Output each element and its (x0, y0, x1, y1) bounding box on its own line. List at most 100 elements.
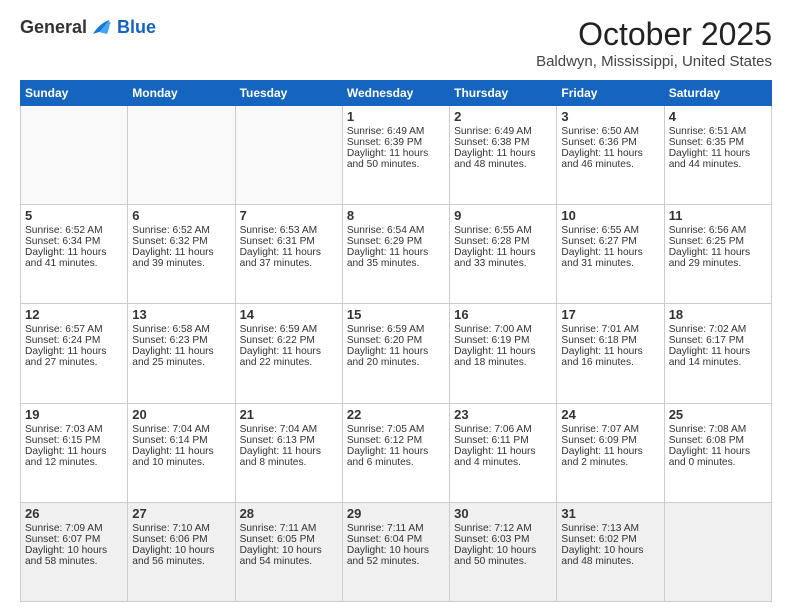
day-info-line: Daylight: 10 hours (25, 545, 123, 556)
logo-general-text: General (20, 17, 87, 38)
day-info-line: and 54 minutes. (240, 556, 338, 567)
day-info-line: Sunset: 6:08 PM (669, 435, 767, 446)
calendar-cell: 16Sunrise: 7:00 AMSunset: 6:19 PMDayligh… (450, 304, 557, 403)
header: General Blue October 2025 Baldwyn, Missi… (20, 16, 772, 70)
day-info-line: Daylight: 11 hours (132, 346, 230, 357)
day-info-line: Sunset: 6:23 PM (132, 335, 230, 346)
day-info-line: Daylight: 11 hours (347, 346, 445, 357)
calendar-cell: 26Sunrise: 7:09 AMSunset: 6:07 PMDayligh… (21, 502, 128, 601)
day-info-line: and 48 minutes. (454, 159, 552, 170)
day-info-line: Sunrise: 6:57 AM (25, 324, 123, 335)
logo-blue-text: Blue (117, 17, 156, 38)
day-info-line: Sunrise: 7:04 AM (240, 424, 338, 435)
day-info-line: Sunset: 6:34 PM (25, 236, 123, 247)
day-info-line: Daylight: 11 hours (240, 247, 338, 258)
weekday-header-tuesday: Tuesday (235, 81, 342, 106)
calendar-cell: 3Sunrise: 6:50 AMSunset: 6:36 PMDaylight… (557, 106, 664, 205)
day-number: 11 (669, 208, 767, 223)
weekday-header-friday: Friday (557, 81, 664, 106)
day-info-line: and 6 minutes. (347, 457, 445, 468)
weekday-header-thursday: Thursday (450, 81, 557, 106)
calendar-cell (21, 106, 128, 205)
calendar-week-row: 26Sunrise: 7:09 AMSunset: 6:07 PMDayligh… (21, 502, 772, 601)
day-info-line: Sunset: 6:19 PM (454, 335, 552, 346)
calendar-cell: 17Sunrise: 7:01 AMSunset: 6:18 PMDayligh… (557, 304, 664, 403)
day-info-line: Sunset: 6:13 PM (240, 435, 338, 446)
calendar-cell (235, 106, 342, 205)
day-number: 20 (132, 407, 230, 422)
day-info-line: Daylight: 11 hours (561, 148, 659, 159)
calendar-cell: 13Sunrise: 6:58 AMSunset: 6:23 PMDayligh… (128, 304, 235, 403)
calendar-cell: 31Sunrise: 7:13 AMSunset: 6:02 PMDayligh… (557, 502, 664, 601)
weekday-header-sunday: Sunday (21, 81, 128, 106)
day-info-line: Sunrise: 7:11 AM (240, 523, 338, 534)
day-info-line: Daylight: 10 hours (561, 545, 659, 556)
day-info-line: and 27 minutes. (25, 357, 123, 368)
day-info-line: and 50 minutes. (347, 159, 445, 170)
calendar-week-row: 12Sunrise: 6:57 AMSunset: 6:24 PMDayligh… (21, 304, 772, 403)
weekday-header-saturday: Saturday (664, 81, 771, 106)
calendar-cell: 15Sunrise: 6:59 AMSunset: 6:20 PMDayligh… (342, 304, 449, 403)
calendar-cell (664, 502, 771, 601)
day-info-line: Daylight: 11 hours (240, 446, 338, 457)
day-info-line: and 14 minutes. (669, 357, 767, 368)
day-number: 14 (240, 307, 338, 322)
day-number: 21 (240, 407, 338, 422)
day-info-line: and 44 minutes. (669, 159, 767, 170)
day-info-line: Sunset: 6:17 PM (669, 335, 767, 346)
day-info-line: Daylight: 11 hours (240, 346, 338, 357)
day-number: 8 (347, 208, 445, 223)
day-info-line: Daylight: 11 hours (669, 148, 767, 159)
day-info-line: Sunset: 6:05 PM (240, 534, 338, 545)
day-info-line: Sunrise: 7:12 AM (454, 523, 552, 534)
day-info-line: Sunset: 6:03 PM (454, 534, 552, 545)
weekday-header-monday: Monday (128, 81, 235, 106)
day-info-line: and 4 minutes. (454, 457, 552, 468)
day-info-line: and 0 minutes. (669, 457, 767, 468)
day-info-line: Sunrise: 6:49 AM (347, 126, 445, 137)
day-info-line: Sunrise: 7:13 AM (561, 523, 659, 534)
day-info-line: Sunset: 6:32 PM (132, 236, 230, 247)
day-info-line: Sunset: 6:09 PM (561, 435, 659, 446)
calendar-cell: 18Sunrise: 7:02 AMSunset: 6:17 PMDayligh… (664, 304, 771, 403)
calendar-cell: 29Sunrise: 7:11 AMSunset: 6:04 PMDayligh… (342, 502, 449, 601)
day-info-line: Sunrise: 7:03 AM (25, 424, 123, 435)
day-number: 6 (132, 208, 230, 223)
day-info-line: Daylight: 11 hours (25, 346, 123, 357)
main-title: October 2025 (536, 16, 772, 53)
day-info-line: Daylight: 11 hours (454, 247, 552, 258)
day-number: 7 (240, 208, 338, 223)
calendar-cell: 6Sunrise: 6:52 AMSunset: 6:32 PMDaylight… (128, 205, 235, 304)
calendar-table: SundayMondayTuesdayWednesdayThursdayFrid… (20, 80, 772, 602)
day-number: 1 (347, 109, 445, 124)
calendar-cell: 25Sunrise: 7:08 AMSunset: 6:08 PMDayligh… (664, 403, 771, 502)
day-number: 31 (561, 506, 659, 521)
calendar-cell: 30Sunrise: 7:12 AMSunset: 6:03 PMDayligh… (450, 502, 557, 601)
day-info-line: and 16 minutes. (561, 357, 659, 368)
day-number: 28 (240, 506, 338, 521)
day-info-line: Sunrise: 7:00 AM (454, 324, 552, 335)
logo: General Blue (20, 16, 156, 38)
day-info-line: Daylight: 11 hours (347, 148, 445, 159)
day-info-line: Sunset: 6:25 PM (669, 236, 767, 247)
calendar-cell: 14Sunrise: 6:59 AMSunset: 6:22 PMDayligh… (235, 304, 342, 403)
day-info-line: Sunset: 6:11 PM (454, 435, 552, 446)
day-info-line: and 39 minutes. (132, 258, 230, 269)
day-info-line: Sunset: 6:28 PM (454, 236, 552, 247)
calendar-week-row: 1Sunrise: 6:49 AMSunset: 6:39 PMDaylight… (21, 106, 772, 205)
day-info-line: Sunset: 6:31 PM (240, 236, 338, 247)
page: General Blue October 2025 Baldwyn, Missi… (0, 0, 792, 612)
calendar-cell: 7Sunrise: 6:53 AMSunset: 6:31 PMDaylight… (235, 205, 342, 304)
day-info-line: Sunset: 6:14 PM (132, 435, 230, 446)
day-number: 30 (454, 506, 552, 521)
day-info-line: and 2 minutes. (561, 457, 659, 468)
day-info-line: Sunrise: 7:08 AM (669, 424, 767, 435)
day-info-line: Daylight: 11 hours (132, 247, 230, 258)
day-info-line: Daylight: 10 hours (132, 545, 230, 556)
day-number: 16 (454, 307, 552, 322)
day-info-line: Sunrise: 7:05 AM (347, 424, 445, 435)
day-info-line: Sunset: 6:20 PM (347, 335, 445, 346)
day-number: 2 (454, 109, 552, 124)
day-info-line: Daylight: 11 hours (25, 247, 123, 258)
day-info-line: Sunrise: 6:49 AM (454, 126, 552, 137)
